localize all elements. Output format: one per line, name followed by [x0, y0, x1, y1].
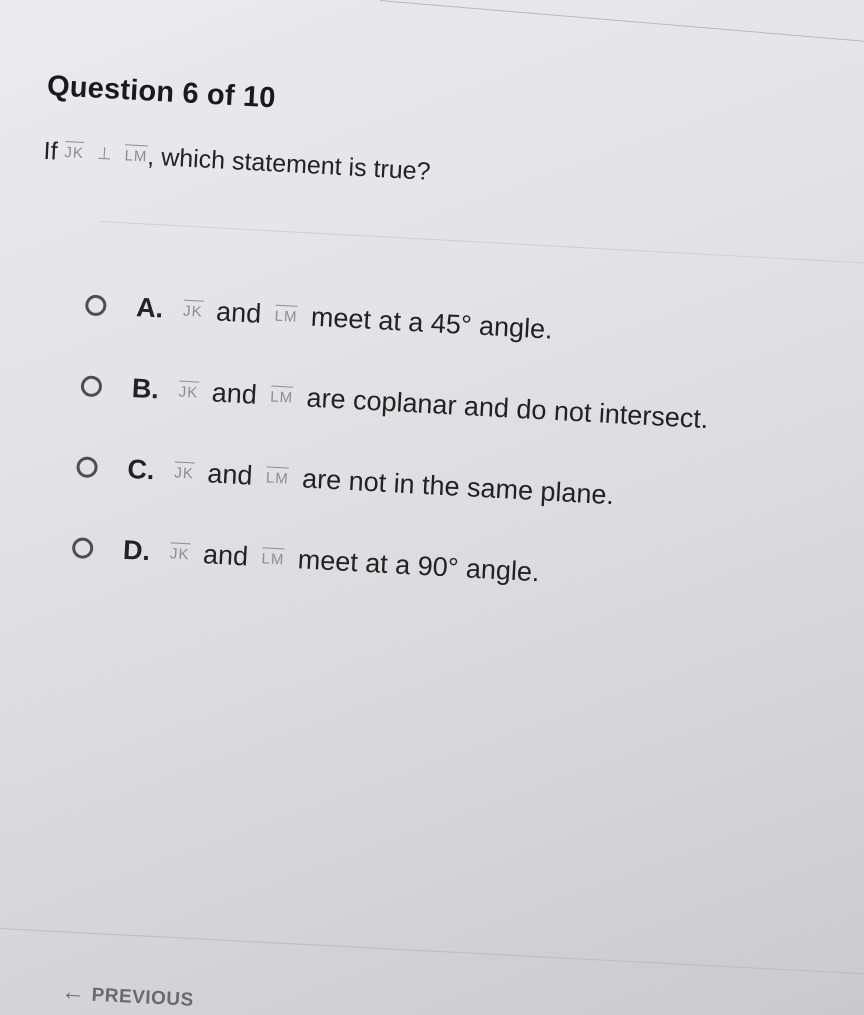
question-divider — [99, 221, 864, 265]
prompt-suffix: , which statement is true? — [146, 142, 432, 186]
segment-lm: LM — [270, 385, 294, 407]
option-statement: meet at a 90° angle. — [297, 544, 541, 588]
previous-button[interactable]: ← PREVIOUS — [61, 978, 195, 1013]
question-prompt: If JK ⊥ LM, which statement is true? — [43, 137, 864, 212]
previous-label: PREVIOUS — [91, 984, 195, 1011]
radio-button-icon[interactable] — [80, 375, 103, 398]
option-connector: and — [215, 296, 263, 329]
segment-jk: JK — [64, 140, 85, 162]
option-text: JK and LM are not in the same plane. — [168, 456, 615, 511]
option-letter: A. — [135, 292, 165, 324]
option-statement: are not in the same plane. — [301, 463, 615, 511]
arrow-left-icon: ← — [60, 978, 87, 1007]
option-text: JK and LM meet at a 45° angle. — [176, 294, 554, 345]
radio-button-icon[interactable] — [76, 456, 99, 479]
option-statement: meet at a 45° angle. — [310, 301, 554, 345]
segment-lm: LM — [274, 304, 298, 326]
option-letter: C. — [126, 453, 156, 486]
option-letter: B. — [131, 373, 160, 405]
question-counter: Question 6 of 10 — [46, 70, 277, 115]
option-connector: and — [202, 539, 249, 572]
option-text: JK and LM meet at a 90° angle. — [163, 537, 541, 588]
segment-lm: LM — [261, 546, 285, 568]
option-text: JK and LM are coplanar and do not inters… — [172, 375, 709, 435]
segment-jk: JK — [170, 541, 191, 563]
segment-jk: JK — [174, 460, 195, 482]
radio-button-icon[interactable] — [71, 537, 94, 560]
answer-options: A. JK and LM meet at a 45° angle. B. JK … — [70, 264, 864, 631]
option-connector: and — [206, 458, 254, 491]
segment-jk: JK — [183, 299, 204, 321]
footer-divider — [0, 928, 864, 977]
segment-lm: LM — [124, 143, 148, 165]
option-connector: and — [211, 377, 258, 410]
radio-button-icon[interactable] — [84, 294, 107, 317]
top-divider — [379, 0, 864, 45]
segment-lm: LM — [265, 465, 289, 487]
prompt-prefix: If — [42, 136, 59, 166]
question-panel: Question 6 of 10 If JK ⊥ LM, which state… — [20, 70, 864, 632]
perpendicular-symbol: ⊥ — [96, 143, 113, 164]
segment-jk: JK — [178, 380, 199, 402]
option-statement: are coplanar and do not intersect. — [305, 382, 710, 435]
option-letter: D. — [122, 534, 151, 567]
